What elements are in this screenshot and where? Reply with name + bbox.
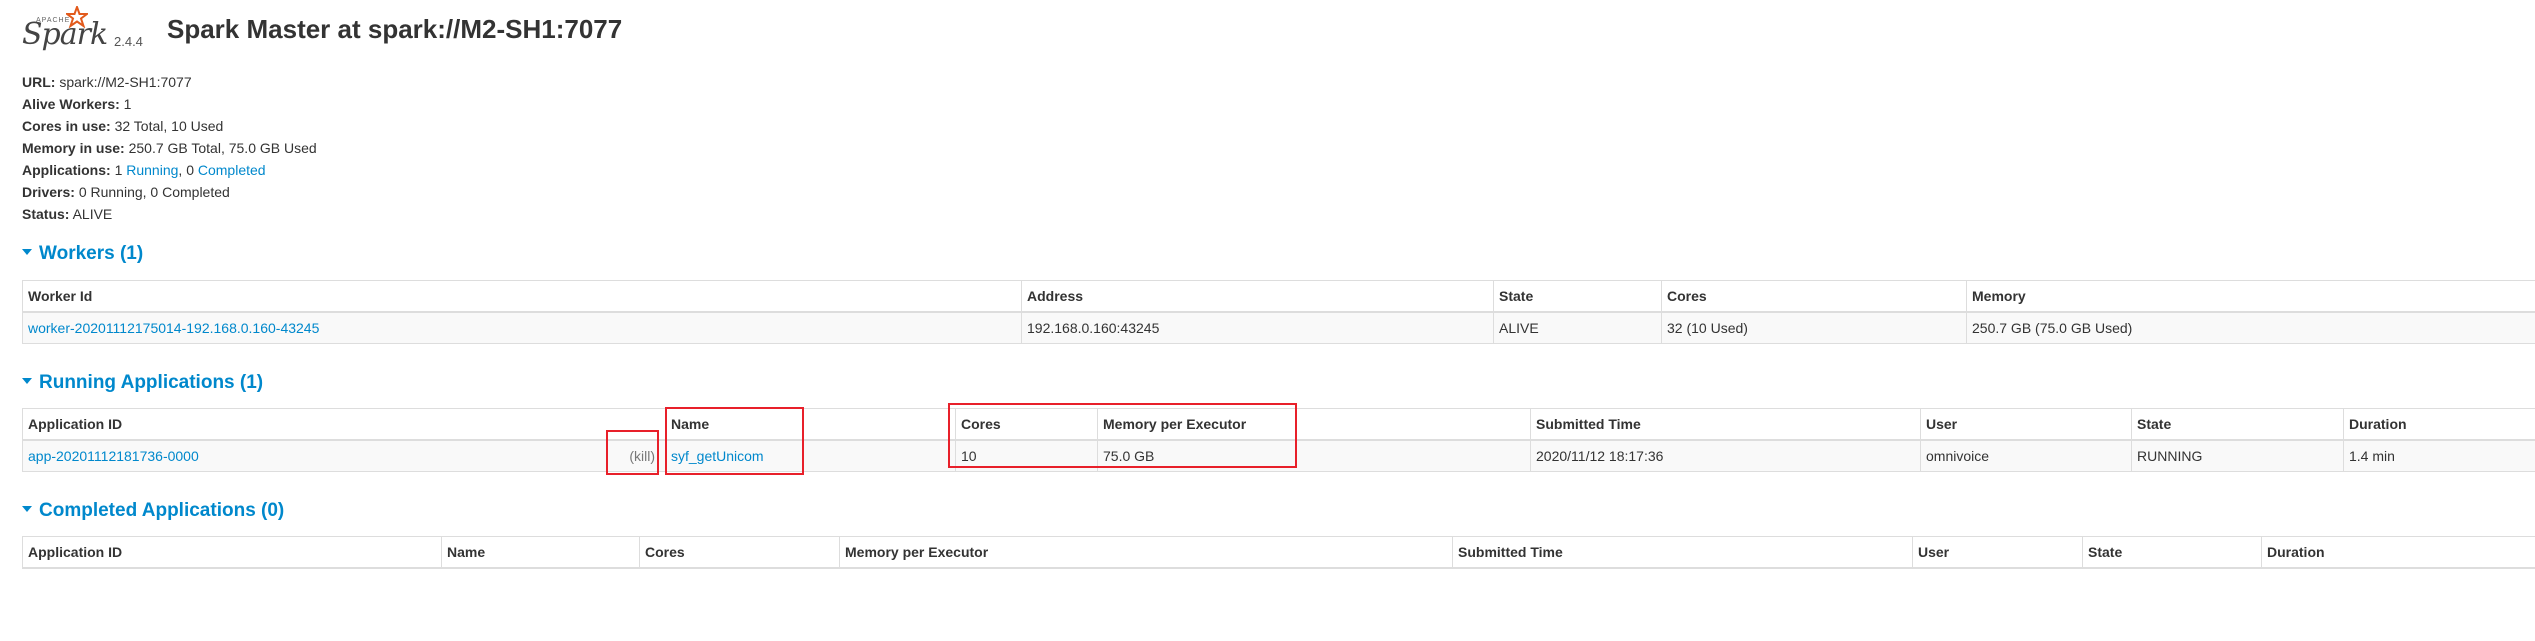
worker-cores: 32 (10 Used) [1661,311,1967,344]
col-state[interactable]: State [2131,408,2344,441]
app-cores: 10 [955,439,1098,472]
col-memory[interactable]: Memory [1966,280,2535,313]
table-row: worker-20201112175014-192.168.0.160-4324… [22,311,2535,344]
spark-version: 2.4.4 [114,34,143,49]
col-duration[interactable]: Duration [2343,408,2535,441]
app-user: omnivoice [1920,439,2132,472]
col-submitted-time[interactable]: Submitted Time [1530,408,1921,441]
col-memory-per-executor[interactable]: Memory per Executor [1097,408,1531,441]
col-cores[interactable]: Cores [639,536,840,569]
summary-drivers: Drivers: 0 Running, 0 Completed [22,184,230,200]
col-name[interactable]: Name [441,536,640,569]
completed-apps-table: Application ID Name Cores Memory per Exe… [22,536,2535,569]
table-row: app-20201112181736-0000 (kill) syf_getUni… [22,439,2535,472]
app-state: RUNNING [2131,439,2344,472]
col-state[interactable]: State [1493,280,1662,313]
summary-memory: Memory in use: 250.7 GB Total, 75.0 GB U… [22,140,317,156]
spark-logo[interactable]: APACHE Spark 2.4.4 [20,6,170,54]
app-id-link[interactable]: app-20201112181736-0000 [28,448,199,464]
app-duration: 1.4 min [2343,439,2535,472]
worker-state: ALIVE [1493,311,1662,344]
col-duration[interactable]: Duration [2261,536,2535,569]
workers-section-toggle[interactable]: Workers (1) [22,243,143,265]
col-cores[interactable]: Cores [955,408,1098,441]
collapse-caret-icon [22,505,32,512]
col-address[interactable]: Address [1021,280,1494,313]
completed-apps-section-toggle[interactable]: Completed Applications (0) [22,500,284,522]
col-application-id[interactable]: Application ID [22,408,666,441]
col-memory-per-executor[interactable]: Memory per Executor [839,536,1453,569]
table-header-row: Worker Id Address State Cores Memory [22,280,2535,313]
app-submitted-time: 2020/11/12 18:17:36 [1530,439,1921,472]
summary-alive-workers: Alive Workers: 1 [22,96,132,112]
col-application-id[interactable]: Application ID [22,536,442,569]
col-user[interactable]: User [1912,536,2083,569]
col-worker-id[interactable]: Worker Id [22,280,1022,313]
summary-url: URL: spark://M2-SH1:7077 [22,74,192,90]
summary-applications: Applications: 1 Running, 0 Completed [22,162,266,178]
col-user[interactable]: User [1920,408,2132,441]
col-cores[interactable]: Cores [1661,280,1967,313]
table-header-row: Application ID Name Cores Memory per Exe… [22,408,2535,441]
completed-apps-link[interactable]: Completed [198,162,266,178]
summary-status: Status: ALIVE [22,206,113,222]
worker-address: 192.168.0.160:43245 [1021,311,1494,344]
table-header-row: Application ID Name Cores Memory per Exe… [22,536,2535,569]
app-memory: 75.0 GB [1097,439,1531,472]
running-apps-link[interactable]: Running [126,162,178,178]
worker-id-link[interactable]: worker-20201112175014-192.168.0.160-4324… [28,320,319,336]
collapse-caret-icon [22,248,32,255]
master-summary: URL: spark://M2-SH1:7077 Alive Workers: … [22,71,317,225]
summary-cores: Cores in use: 32 Total, 10 Used [22,118,224,134]
col-name[interactable]: Name [665,408,956,441]
col-submitted-time[interactable]: Submitted Time [1452,536,1913,569]
running-apps-table: Application ID Name Cores Memory per Exe… [22,408,2535,472]
logo-wordmark: Spark [22,17,108,52]
workers-table: Worker Id Address State Cores Memory wor… [22,280,2535,344]
col-state[interactable]: State [2082,536,2262,569]
collapse-caret-icon [22,377,32,384]
running-apps-section-toggle[interactable]: Running Applications (1) [22,372,263,394]
kill-app-link[interactable]: (kill) [629,448,664,464]
worker-memory: 250.7 GB (75.0 GB Used) [1966,311,2535,344]
page-title: Spark Master at spark://M2-SH1:7077 [167,14,623,44]
app-name-link[interactable]: syf_getUnicom [671,448,764,464]
